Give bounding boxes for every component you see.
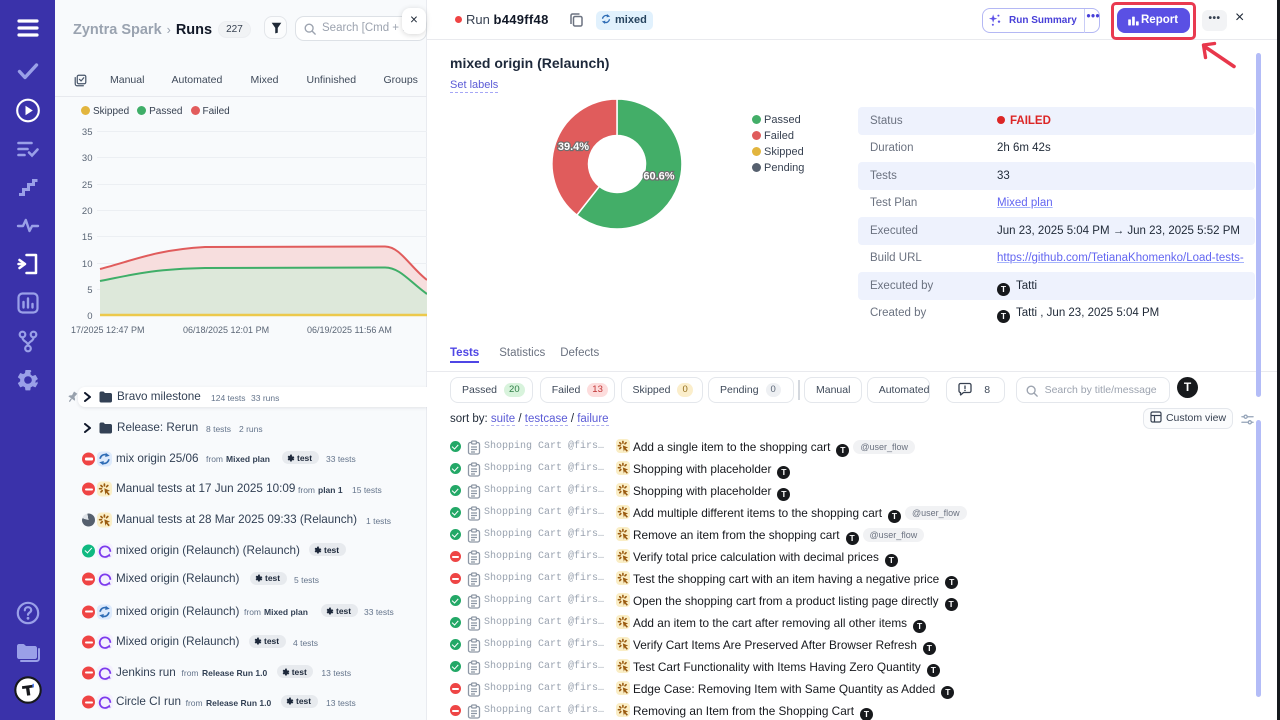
svg-text:10: 10 bbox=[82, 259, 93, 270]
svg-text:35: 35 bbox=[82, 127, 93, 138]
svg-text:15: 15 bbox=[82, 232, 93, 243]
svg-text:30: 30 bbox=[82, 153, 93, 164]
svg-text:39.4%: 39.4% bbox=[558, 141, 589, 153]
svg-text:06/18/2025 12:01 PM: 06/18/2025 12:01 PM bbox=[183, 325, 269, 335]
svg-text:60.6%: 60.6% bbox=[643, 171, 674, 183]
svg-text:5: 5 bbox=[87, 285, 92, 296]
svg-text:25: 25 bbox=[82, 180, 93, 191]
svg-text:20: 20 bbox=[82, 206, 93, 217]
svg-text:06/19/2025 11:56 AM: 06/19/2025 11:56 AM bbox=[307, 325, 392, 335]
svg-text:0: 0 bbox=[87, 311, 92, 322]
svg-text:17/2025 12:47 PM: 17/2025 12:47 PM bbox=[71, 325, 145, 335]
